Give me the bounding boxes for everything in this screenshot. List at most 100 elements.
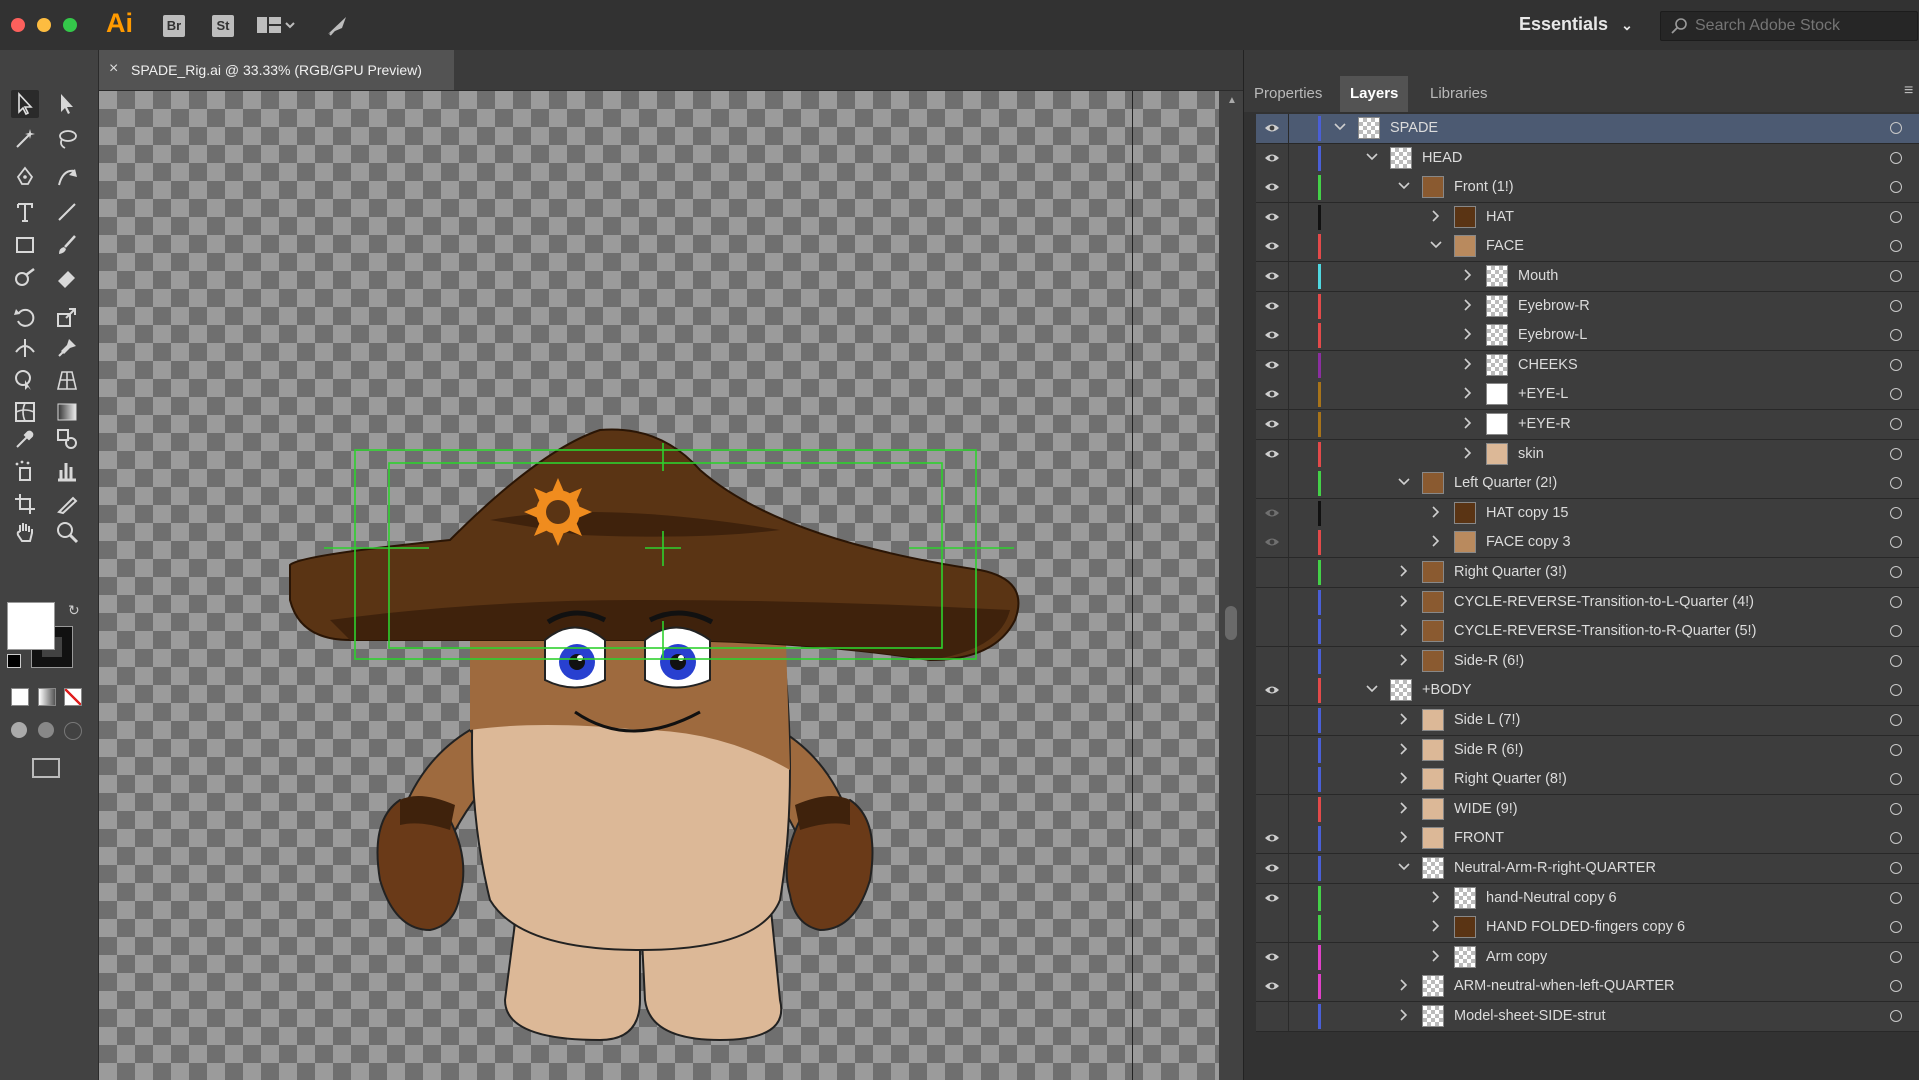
visibility-eye-icon[interactable]: [1264, 299, 1280, 311]
target-circle-icon[interactable]: [1890, 447, 1902, 460]
target-circle-icon[interactable]: [1890, 625, 1902, 638]
layer-row[interactable]: ARM-neutral-when-left-QUARTER: [1256, 972, 1919, 1003]
scrollbar-thumb[interactable]: [1225, 606, 1237, 640]
draw-behind-icon[interactable]: [38, 722, 54, 738]
lock-column[interactable]: [1288, 291, 1289, 321]
chevron-right-icon[interactable]: [1398, 653, 1410, 670]
visibility-eye-icon[interactable]: [1264, 121, 1280, 133]
chevron-right-icon[interactable]: [1462, 357, 1474, 374]
chevron-right-icon[interactable]: [1430, 505, 1442, 522]
target-circle-icon[interactable]: [1890, 181, 1902, 194]
puppet-warp-tool-icon[interactable]: [53, 334, 81, 362]
tab-libraries[interactable]: Libraries: [1420, 76, 1498, 112]
layer-row[interactable]: WIDE (9!): [1256, 794, 1919, 825]
chevron-right-icon[interactable]: [1430, 919, 1442, 936]
gradient-mode-icon[interactable]: [38, 688, 56, 706]
lock-column[interactable]: [1288, 498, 1289, 528]
chevron-down-icon[interactable]: [1334, 120, 1346, 137]
visibility-eye-icon[interactable]: [1264, 683, 1280, 695]
target-circle-icon[interactable]: [1890, 388, 1902, 401]
lock-column[interactable]: [1288, 202, 1289, 232]
type-tool-icon[interactable]: [11, 198, 39, 226]
layer-row[interactable]: Mouth: [1256, 262, 1919, 292]
lock-column[interactable]: [1288, 469, 1289, 499]
tab-layers[interactable]: Layers: [1340, 76, 1409, 112]
chevron-right-icon[interactable]: [1462, 268, 1474, 285]
lock-column[interactable]: [1288, 439, 1289, 469]
chevron-down-icon[interactable]: [1366, 682, 1378, 699]
minimize-window-button[interactable]: [37, 18, 51, 32]
target-circle-icon[interactable]: [1890, 743, 1902, 756]
target-circle-icon[interactable]: [1890, 832, 1902, 845]
target-circle-icon[interactable]: [1890, 240, 1902, 253]
target-circle-icon[interactable]: [1890, 1010, 1902, 1022]
draw-normal-icon[interactable]: [11, 722, 27, 738]
target-circle-icon[interactable]: [1890, 684, 1902, 697]
visibility-eye-icon[interactable]: [1264, 861, 1280, 873]
layer-row[interactable]: CYCLE-REVERSE-Transition-to-R-Quarter (5…: [1256, 617, 1919, 648]
lock-column[interactable]: [1288, 528, 1289, 558]
layer-row[interactable]: CYCLE-REVERSE-Transition-to-L-Quarter (4…: [1256, 587, 1919, 618]
chevron-right-icon[interactable]: [1462, 327, 1474, 344]
chevron-right-icon[interactable]: [1398, 830, 1410, 847]
screen-mode-icon[interactable]: [32, 758, 60, 778]
target-circle-icon[interactable]: [1890, 595, 1902, 608]
target-circle-icon[interactable]: [1890, 329, 1902, 342]
layer-row[interactable]: Arm copy: [1256, 942, 1919, 973]
target-circle-icon[interactable]: [1890, 980, 1902, 993]
layer-row[interactable]: HEAD: [1256, 143, 1919, 174]
layer-row[interactable]: Left Quarter (2!): [1256, 469, 1919, 500]
chevron-right-icon[interactable]: [1430, 534, 1442, 551]
target-circle-icon[interactable]: [1890, 862, 1902, 874]
paintbrush-tool-icon[interactable]: [53, 231, 81, 259]
visibility-eye-icon[interactable]: [1264, 891, 1280, 903]
lock-column[interactable]: [1288, 232, 1289, 262]
visibility-eye-icon[interactable]: [1264, 239, 1280, 251]
chevron-right-icon[interactable]: [1462, 416, 1474, 433]
zoom-window-button[interactable]: [63, 18, 77, 32]
column-graph-tool-icon[interactable]: [53, 457, 81, 485]
direct-selection-tool-icon[interactable]: [53, 90, 81, 118]
lock-column[interactable]: [1288, 913, 1289, 943]
chevron-right-icon[interactable]: [1430, 949, 1442, 966]
layer-row[interactable]: Front (1!): [1256, 173, 1919, 204]
none-mode-icon[interactable]: [64, 688, 82, 706]
target-circle-icon[interactable]: [1890, 654, 1902, 667]
visibility-eye-icon[interactable]: [1264, 713, 1280, 725]
rotate-tool-icon[interactable]: [11, 303, 39, 331]
eraser-tool-icon[interactable]: [53, 264, 81, 292]
chevron-right-icon[interactable]: [1398, 564, 1410, 581]
perspective-grid-tool-icon[interactable]: [53, 366, 81, 394]
target-circle-icon[interactable]: [1890, 477, 1902, 490]
hand-tool-icon[interactable]: [11, 518, 39, 546]
workspace-switcher[interactable]: Essentials ⌄: [1519, 14, 1633, 35]
target-circle-icon[interactable]: [1890, 122, 1902, 134]
lock-column[interactable]: [1288, 706, 1289, 735]
lock-column[interactable]: [1288, 765, 1289, 795]
scale-tool-icon[interactable]: [53, 303, 81, 331]
lock-column[interactable]: [1288, 1002, 1289, 1031]
visibility-eye-icon[interactable]: [1264, 565, 1280, 577]
visibility-eye-icon[interactable]: [1264, 595, 1280, 607]
shaper-tool-icon[interactable]: [11, 264, 39, 292]
curvature-tool-icon[interactable]: [53, 163, 81, 191]
visibility-eye-icon[interactable]: [1264, 920, 1280, 932]
lock-column[interactable]: [1288, 173, 1289, 203]
chevron-right-icon[interactable]: [1430, 209, 1442, 226]
width-tool-icon[interactable]: [11, 334, 39, 362]
layer-row[interactable]: SPADE: [1256, 114, 1919, 144]
layer-row[interactable]: +BODY: [1256, 676, 1919, 707]
target-circle-icon[interactable]: [1890, 802, 1902, 815]
chevron-down-icon[interactable]: [1398, 179, 1410, 196]
target-circle-icon[interactable]: [1890, 151, 1902, 164]
visibility-eye-icon[interactable]: [1264, 328, 1280, 340]
visibility-eye-icon[interactable]: [1264, 950, 1280, 962]
target-circle-icon[interactable]: [1890, 418, 1902, 430]
visibility-eye-icon[interactable]: [1264, 802, 1280, 814]
lock-column[interactable]: [1288, 646, 1289, 676]
target-circle-icon[interactable]: [1890, 358, 1902, 371]
line-segment-tool-icon[interactable]: [53, 198, 81, 226]
layer-row[interactable]: Right Quarter (8!): [1256, 765, 1919, 796]
visibility-eye-icon[interactable]: [1264, 417, 1280, 429]
swap-fill-stroke-icon[interactable]: ↻: [68, 602, 80, 619]
